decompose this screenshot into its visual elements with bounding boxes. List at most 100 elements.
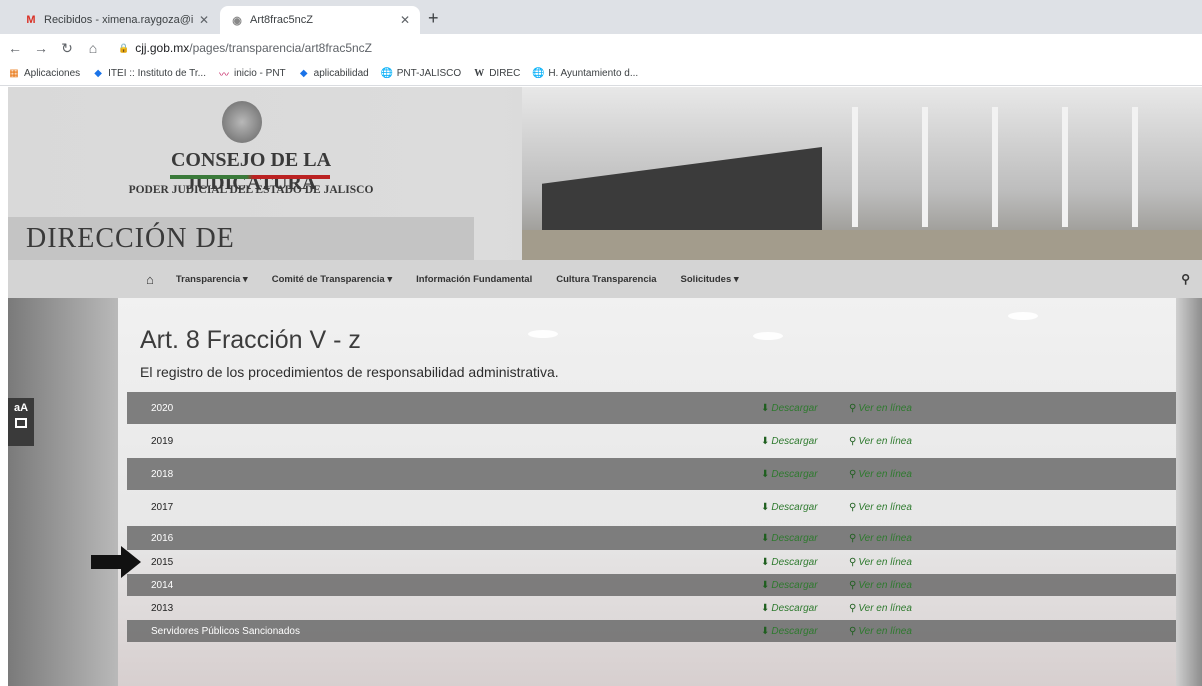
url-host: cjj.gob.mx	[135, 41, 190, 55]
download-link[interactable]: ⬇ Descargar	[761, 533, 818, 544]
nav-item-informacion-fundamental[interactable]: Información Fundamental	[416, 274, 532, 285]
view-online-link[interactable]: ⚲ Ver en línea	[849, 603, 912, 614]
url-path: /pages/transparencia/art8frac5ncZ	[189, 41, 373, 55]
download-icon: ⬇	[761, 501, 770, 513]
list-item: 2017 ⬇ Descargar ⚲ Ver en línea	[127, 490, 1176, 524]
list-item: 2014 ⬇ Descargar ⚲ Ver en línea	[127, 574, 1176, 596]
nav-item-comite[interactable]: Comité de Transparencia ▾	[272, 274, 392, 285]
reload-icon[interactable]: ↻	[56, 40, 78, 57]
globe-icon: 🌐	[380, 68, 393, 79]
coat-of-arms-logo	[222, 101, 262, 143]
nav-item-transparencia[interactable]: Transparencia ▾	[176, 274, 248, 285]
address-bar: ← → ↻ ⌂ 🔒 cjj.gob.mx /pages/transparenci…	[0, 34, 1202, 62]
row-label: Servidores Públicos Sancionados	[151, 625, 300, 637]
view-online-link[interactable]: ⚲ Ver en línea	[849, 502, 912, 513]
bookmark-item[interactable]: ▦ Aplicaciones	[8, 68, 80, 80]
search-icon: ⚲	[849, 402, 857, 414]
download-link[interactable]: ⬇ Descargar	[761, 502, 818, 513]
search-icon: ⚲	[849, 532, 857, 544]
list-item: 2019 ⬇ Descargar ⚲ Ver en línea	[127, 424, 1176, 458]
forward-icon[interactable]: →	[30, 40, 52, 56]
gmail-icon: M	[26, 14, 36, 26]
download-link[interactable]: ⬇ Descargar	[761, 603, 818, 614]
download-icon: ⬇	[761, 468, 770, 480]
view-online-link[interactable]: ⚲ Ver en línea	[849, 533, 912, 544]
bookmark-item[interactable]: ◆ ITEI :: Instituto de Tr...	[92, 68, 206, 80]
tab-title: Recibidos - ximena.raygoza@ite	[44, 14, 193, 26]
search-icon[interactable]: ⚲	[1181, 272, 1190, 286]
font-size-toggle[interactable]: aA	[8, 398, 34, 414]
download-icon: ⬇	[761, 579, 770, 591]
view-online-link[interactable]: ⚲ Ver en línea	[849, 626, 912, 637]
nav-item-cultura[interactable]: Cultura Transparencia	[556, 274, 656, 285]
flag-stripe	[170, 175, 330, 179]
row-label: 2018	[151, 468, 174, 480]
home-icon[interactable]: ⌂	[146, 272, 154, 287]
list-item: 2015 ⬇ Descargar ⚲ Ver en línea	[127, 550, 1176, 574]
bookmark-item[interactable]: 〰 inicio - PNT	[218, 68, 286, 81]
contrast-toggle-icon[interactable]	[15, 418, 27, 428]
download-link[interactable]: ⬇ Descargar	[761, 403, 818, 414]
list-item: 2018 ⬇ Descargar ⚲ Ver en línea	[127, 458, 1176, 490]
main-nav: ⌂ Transparencia ▾ Comité de Transparenci…	[8, 260, 1202, 298]
view-online-link[interactable]: ⚲ Ver en línea	[849, 557, 912, 568]
download-link[interactable]: ⬇ Descargar	[761, 557, 818, 568]
view-online-link[interactable]: ⚲ Ver en línea	[849, 469, 912, 480]
back-icon[interactable]: ←	[4, 40, 26, 56]
search-icon: ⚲	[849, 501, 857, 513]
bookmark-item[interactable]: 🌐 H. Ayuntamiento d...	[532, 68, 638, 80]
nav-item-solicitudes[interactable]: Solicitudes ▾	[681, 274, 739, 285]
browser-tab-bar: M Recibidos - ximena.raygoza@ite ✕ ◉ Art…	[0, 0, 1202, 34]
row-label: 2017	[151, 501, 174, 513]
pointer-arrow-icon	[91, 546, 141, 578]
row-label: 2019	[151, 435, 174, 447]
download-link[interactable]: ⬇ Descargar	[761, 469, 818, 480]
view-online-link[interactable]: ⚲ Ver en línea	[849, 580, 912, 591]
bookmark-item[interactable]: 🌐 PNT-JALISCO	[380, 68, 462, 80]
main-content: Art. 8 Fracción V - z El registro de los…	[8, 298, 1202, 686]
bookmark-item[interactable]: W DIREC	[473, 68, 520, 80]
view-online-link[interactable]: ⚲ Ver en línea	[849, 436, 912, 447]
download-icon: ⬇	[761, 556, 770, 568]
search-icon: ⚲	[849, 435, 857, 447]
wikipedia-icon: W	[474, 68, 485, 79]
home-icon[interactable]: ⌂	[82, 40, 104, 56]
building-banner-image	[522, 87, 1202, 260]
row-label: 2020	[151, 402, 174, 414]
accessibility-widget[interactable]: aA	[8, 398, 34, 446]
download-icon: ⬇	[761, 532, 770, 544]
download-link[interactable]: ⬇ Descargar	[761, 580, 818, 591]
bookmarks-bar: ▦ Aplicaciones ◆ ITEI :: Instituto de Tr..…	[0, 62, 1202, 86]
apps-grid-icon: ▦	[9, 68, 19, 79]
list-item: Servidores Públicos Sancionados ⬇ Descarg…	[127, 620, 1176, 642]
download-icon: ⬇	[761, 435, 770, 447]
search-icon: ⚲	[849, 602, 857, 614]
download-icon: ⬇	[761, 402, 770, 414]
bookmark-item[interactable]: ◆ aplicabilidad	[298, 68, 369, 80]
download-link[interactable]: ⬇ Descargar	[761, 436, 818, 447]
tab-active[interactable]: ◉ Art8frac5ncZ ✕	[220, 6, 420, 34]
search-icon: ⚲	[849, 468, 857, 480]
row-label: 2014	[151, 579, 174, 591]
url-field[interactable]: 🔒 cjj.gob.mx /pages/transparencia/art8fr…	[118, 41, 372, 55]
page-subtitle: El registro de los procedimientos de res…	[140, 364, 559, 380]
page-favicon-icon: ◉	[232, 14, 242, 27]
search-icon: ⚲	[849, 579, 857, 591]
view-online-link[interactable]: ⚲ Ver en línea	[849, 403, 912, 414]
lock-icon: 🔒	[118, 42, 130, 53]
close-icon[interactable]: ✕	[400, 13, 410, 27]
row-label: 2013	[151, 602, 174, 614]
list-item: 2020 ⬇ Descargar ⚲ Ver en línea	[127, 392, 1176, 424]
site-header: CONSEJO DE LA JUDICATURA PODER JUDICIAL …	[8, 87, 1202, 260]
new-tab-icon[interactable]: +	[428, 8, 439, 29]
close-icon[interactable]: ✕	[199, 13, 209, 27]
itei-icon: ◆	[299, 68, 308, 79]
pnt-icon: 〰	[218, 70, 229, 81]
tab-gmail[interactable]: M Recibidos - ximena.raygoza@ite ✕	[14, 6, 219, 34]
itei-icon: ◆	[94, 68, 102, 79]
download-icon: ⬇	[761, 602, 770, 614]
download-icon: ⬇	[761, 625, 770, 637]
download-link[interactable]: ⬇ Descargar	[761, 626, 818, 637]
globe-icon: 🌐	[532, 68, 545, 79]
search-icon: ⚲	[849, 556, 857, 568]
